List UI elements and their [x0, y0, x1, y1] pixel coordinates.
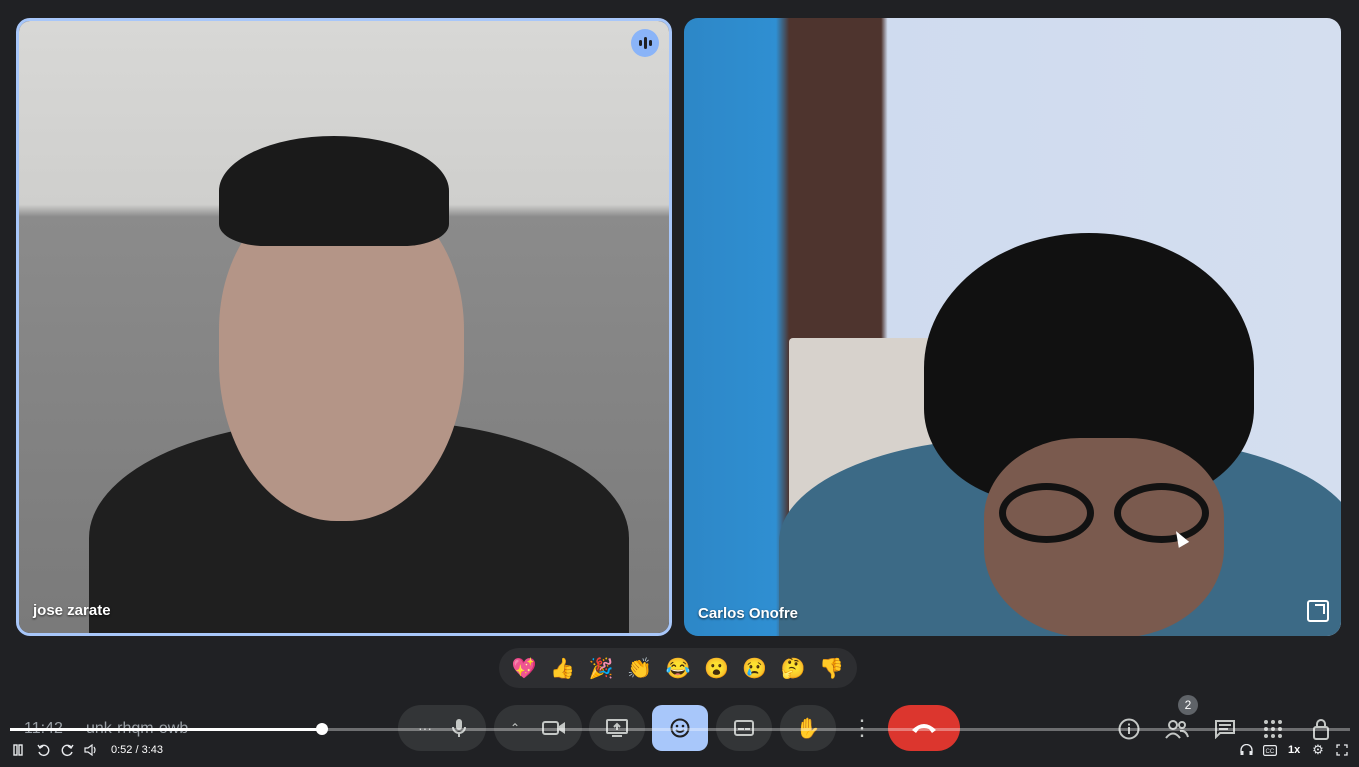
volume-button[interactable]	[83, 741, 99, 759]
clapping-hands-icon[interactable]: 👏	[624, 652, 656, 684]
video-tile-jose-zarate[interactable]: jose zarate	[16, 18, 672, 636]
video-person-hair	[219, 136, 449, 246]
video-tile-carlos-onofre[interactable]: Carlos Onofre	[684, 18, 1341, 636]
cc-icon: CC	[1263, 744, 1277, 756]
playback-time: 0:52 / 3:43	[111, 744, 163, 756]
gear-icon: ⚙	[1312, 742, 1324, 757]
surprised-face-icon[interactable]: 😮	[700, 652, 732, 684]
forward-10-button[interactable]	[59, 741, 75, 759]
rewind-icon	[36, 744, 49, 756]
video-player-controls: 0:52 / 3:43 CC 1x ⚙	[0, 738, 1359, 763]
subtitles-button[interactable]: CC	[1262, 741, 1278, 759]
volume-icon	[84, 744, 96, 756]
pause-button[interactable]	[10, 741, 26, 759]
reaction-bar: 💖 👍 🎉 👏 😂 😮 😢 🤔 👎	[499, 648, 857, 688]
pause-icon	[13, 744, 23, 756]
party-popper-icon[interactable]: 🎉	[585, 652, 617, 684]
expand-tile-icon[interactable]	[1307, 600, 1329, 622]
headset-icon	[1239, 744, 1253, 755]
fast-forward-icon	[61, 744, 74, 756]
participant-name: jose zarate	[33, 602, 111, 619]
thumbs-up-icon[interactable]: 👍	[547, 652, 579, 684]
thumbs-down-icon[interactable]: 👎	[816, 652, 848, 684]
audio-track-button[interactable]	[1238, 741, 1254, 759]
player-settings-button[interactable]: ⚙	[1310, 741, 1326, 759]
video-progress-bar[interactable]	[10, 723, 1350, 735]
rewind-10-button[interactable]	[35, 741, 51, 759]
participant-count-badge: 2	[1178, 695, 1198, 715]
sad-face-icon[interactable]: 😢	[739, 652, 771, 684]
sparkling-heart-icon[interactable]: 💖	[508, 652, 540, 684]
speaking-indicator-icon	[631, 29, 659, 57]
fullscreen-icon	[1336, 744, 1348, 756]
fullscreen-button[interactable]	[1334, 741, 1350, 759]
participant-name: Carlos Onofre	[698, 605, 799, 622]
playback-speed-button[interactable]: 1x	[1288, 744, 1300, 756]
svg-text:CC: CC	[1266, 749, 1275, 755]
tears-of-joy-icon[interactable]: 😂	[662, 652, 694, 684]
video-progress-fill	[10, 728, 323, 731]
thinking-face-icon[interactable]: 🤔	[777, 652, 809, 684]
